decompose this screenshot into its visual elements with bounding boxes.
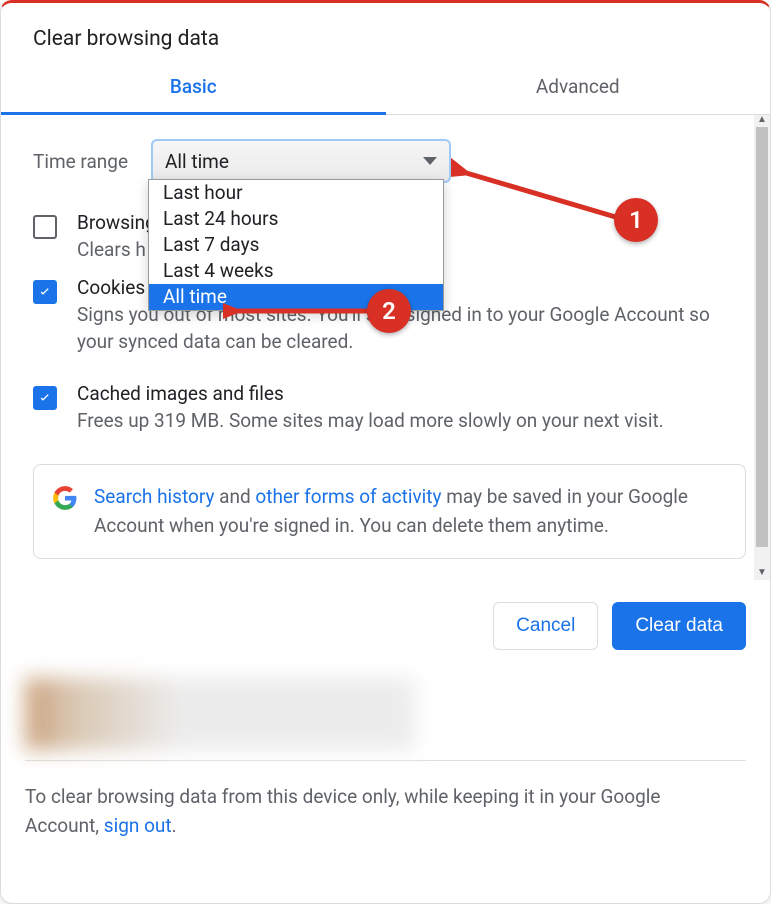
scroll-down-arrow-icon[interactable]: ▼ bbox=[756, 568, 768, 580]
chevron-down-icon bbox=[423, 157, 437, 165]
google-logo-icon bbox=[52, 485, 78, 511]
dialog-title: Clear browsing data bbox=[1, 3, 770, 61]
footer-text: To clear browsing data from this device … bbox=[1, 771, 770, 864]
checkbox-cookies[interactable] bbox=[33, 280, 57, 304]
footer-post: . bbox=[172, 814, 177, 837]
tab-advanced[interactable]: Advanced bbox=[386, 61, 771, 114]
scroll-area: ▲ ▼ Time range All time Last hour Last 2… bbox=[1, 115, 770, 580]
time-range-select[interactable]: All time bbox=[151, 139, 451, 183]
link-sign-out[interactable]: sign out bbox=[104, 814, 172, 837]
tab-basic-label: Basic bbox=[170, 75, 217, 98]
clear-browsing-data-dialog: Clear browsing data Basic Advanced ▲ ▼ T… bbox=[0, 0, 771, 904]
cache-desc: Frees up 319 MB. Some sites may load mor… bbox=[77, 407, 717, 435]
dropdown-item-last-hour[interactable]: Last hour bbox=[149, 180, 443, 206]
redacted-account-block bbox=[25, 678, 415, 750]
dropdown-item-last-24-hours[interactable]: Last 24 hours bbox=[149, 206, 443, 232]
scrollbar-thumb[interactable] bbox=[756, 127, 768, 547]
dropdown-item-last-4-weeks[interactable]: Last 4 weeks bbox=[149, 258, 443, 284]
checkbox-cache[interactable] bbox=[33, 386, 57, 410]
divider bbox=[25, 760, 746, 761]
dialog-button-row: Cancel Clear data bbox=[1, 580, 770, 672]
link-other-activity[interactable]: other forms of activity bbox=[255, 485, 441, 508]
clear-data-button[interactable]: Clear data bbox=[612, 602, 746, 650]
scrollbar-track[interactable]: ▲ ▼ bbox=[754, 115, 770, 580]
tab-bar: Basic Advanced bbox=[1, 61, 770, 115]
time-range-label: Time range bbox=[33, 150, 151, 173]
dropdown-item-all-time[interactable]: All time bbox=[149, 284, 443, 310]
tab-advanced-label: Advanced bbox=[536, 75, 620, 98]
time-range-dropdown: Last hour Last 24 hours Last 7 days Last… bbox=[148, 179, 444, 311]
link-search-history[interactable]: Search history bbox=[94, 485, 214, 508]
row-cache: Cached images and files Frees up 319 MB.… bbox=[33, 364, 746, 443]
tab-basic[interactable]: Basic bbox=[1, 61, 386, 114]
time-range-selected-value: All time bbox=[165, 150, 229, 173]
cancel-button[interactable]: Cancel bbox=[493, 602, 598, 650]
scroll-up-arrow-icon[interactable]: ▲ bbox=[756, 115, 768, 127]
dropdown-item-last-7-days[interactable]: Last 7 days bbox=[149, 232, 443, 258]
checkbox-browsing-history[interactable] bbox=[33, 215, 57, 239]
google-info-card: Search history and other forms of activi… bbox=[33, 464, 746, 559]
cache-title: Cached images and files bbox=[77, 382, 746, 405]
info-mid1: and bbox=[214, 485, 255, 508]
google-info-text: Search history and other forms of activi… bbox=[94, 483, 727, 540]
